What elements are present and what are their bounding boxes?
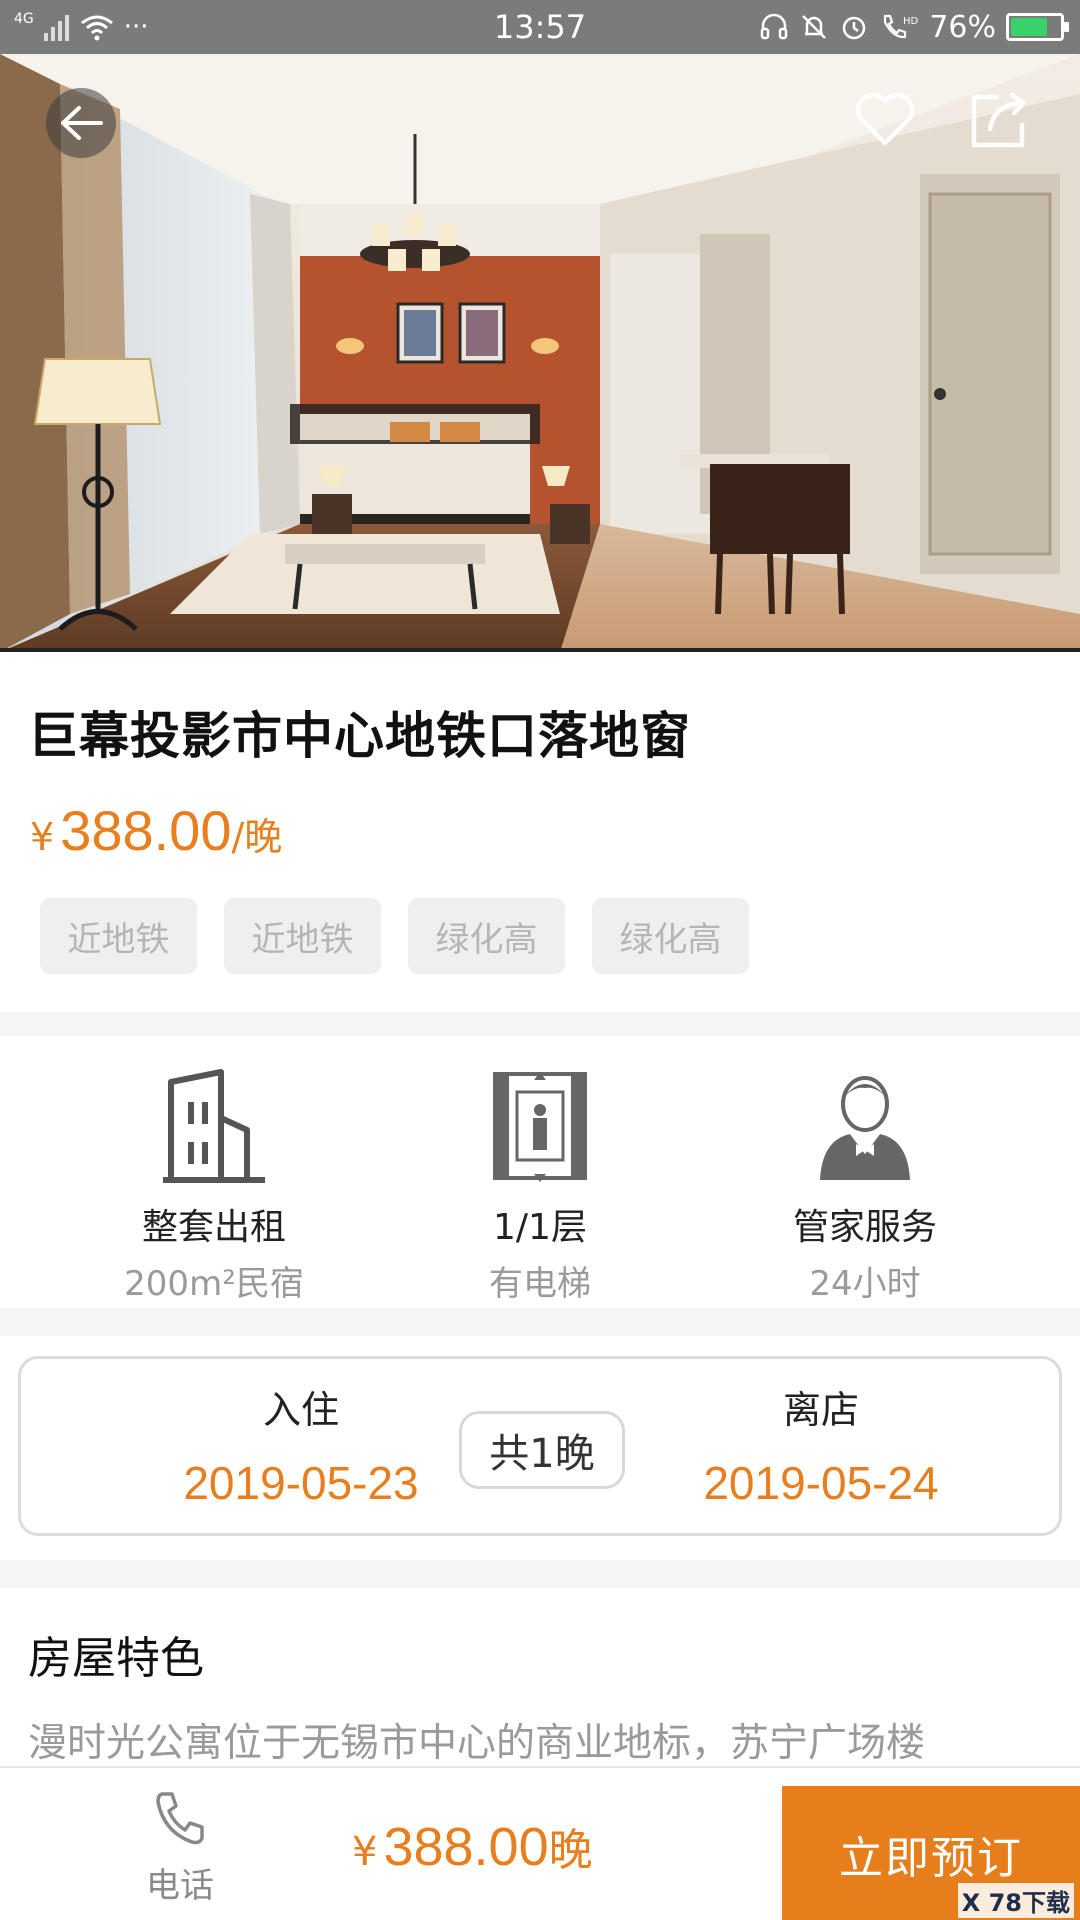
feature-item: 1/1层 有电梯 bbox=[390, 1068, 690, 1305]
back-button[interactable] bbox=[46, 88, 116, 158]
checkin-date: 2019-05-23 bbox=[183, 1457, 419, 1509]
butler-icon bbox=[820, 1076, 910, 1180]
bottom-price-value: 388.00 bbox=[383, 1817, 549, 1877]
status-right: HD 76% bbox=[759, 8, 1069, 46]
feature-list: 整套出租 200m²民宿 1/1层 有电梯 管家服务 24小时 bbox=[0, 1036, 1080, 1308]
battery-level bbox=[1011, 18, 1047, 36]
phone-button[interactable]: 电话 bbox=[120, 1790, 240, 1907]
tag-list: 近地铁 近地铁 绿化高 绿化高 bbox=[40, 898, 749, 974]
elevator-icon bbox=[493, 1072, 587, 1182]
bottom-price-currency: ¥ bbox=[352, 1829, 378, 1875]
section-divider bbox=[0, 1308, 1080, 1336]
phone-icon bbox=[156, 1792, 204, 1845]
hd-call-icon: HD bbox=[879, 12, 919, 42]
feature-main: 整套出租 bbox=[141, 1207, 286, 1248]
share-icon bbox=[971, 92, 1027, 148]
feature-sub: 200m²民宿 bbox=[124, 1264, 304, 1304]
heart-icon bbox=[855, 92, 915, 146]
tag: 绿化高 bbox=[592, 898, 749, 974]
features-section-title: 房屋特色 bbox=[28, 1633, 204, 1684]
section-divider bbox=[0, 1560, 1080, 1588]
price-unit: /晚 bbox=[231, 815, 283, 859]
price-currency: ¥ bbox=[30, 815, 55, 859]
date-selector[interactable]: 入住 2019-05-23 共1晚 离店 2019-05-24 bbox=[18, 1356, 1062, 1536]
tag: 绿化高 bbox=[408, 898, 565, 974]
svg-text:HD: HD bbox=[903, 16, 919, 27]
watermark-logo: X 78下载 bbox=[957, 1883, 1074, 1918]
battery-percent: 76% bbox=[929, 9, 996, 45]
price-value: 388.00 bbox=[60, 799, 232, 862]
room-photo[interactable] bbox=[0, 54, 1080, 652]
building-icon bbox=[163, 1069, 265, 1183]
alarm-icon bbox=[839, 12, 869, 42]
feature-sub: 有电梯 bbox=[489, 1264, 591, 1304]
headset-icon bbox=[759, 12, 789, 42]
tag: 近地铁 bbox=[224, 898, 381, 974]
checkout-picker[interactable]: 离店 2019-05-24 bbox=[641, 1379, 1001, 1510]
listing-price: ¥ 388.00 /晚 bbox=[30, 798, 282, 863]
back-arrow-icon bbox=[61, 106, 103, 140]
feature-sub: 24小时 bbox=[809, 1264, 921, 1304]
phone-label: 电话 bbox=[146, 1866, 214, 1906]
feature-main: 1/1层 bbox=[493, 1207, 587, 1248]
feature-item: 管家服务 24小时 bbox=[715, 1068, 1015, 1305]
tag: 近地铁 bbox=[40, 898, 197, 974]
status-bar: 4G ··· 13:57 HD 76% bbox=[0, 0, 1080, 54]
section-divider bbox=[0, 1012, 1080, 1036]
feature-main: 管家服务 bbox=[792, 1207, 937, 1248]
battery-icon bbox=[1006, 13, 1069, 41]
checkout-label: 离店 bbox=[782, 1388, 859, 1432]
checkin-label: 入住 bbox=[262, 1388, 339, 1432]
bottom-price-unit: 晚 bbox=[548, 1825, 593, 1876]
checkout-date: 2019-05-24 bbox=[703, 1457, 939, 1509]
listing-title: 巨幕投影市中心地铁口落地窗 bbox=[28, 707, 691, 765]
mute-bell-icon bbox=[799, 12, 829, 42]
favorite-button[interactable] bbox=[850, 84, 920, 154]
bottom-action-bar: 电话 ¥ 388.00 晚 立即预订 X 78下载 bbox=[0, 1766, 1080, 1920]
description-text: 漫时光公寓位于无锡市中心的商业地标，苏宁广场楼 bbox=[28, 1721, 926, 1766]
bottom-price: ¥ 388.00 晚 bbox=[352, 1814, 593, 1878]
checkin-picker[interactable]: 入住 2019-05-23 bbox=[121, 1379, 481, 1510]
feature-item: 整套出租 200m²民宿 bbox=[64, 1068, 364, 1305]
nights-badge: 共1晚 bbox=[459, 1411, 625, 1489]
share-button[interactable] bbox=[965, 84, 1035, 154]
